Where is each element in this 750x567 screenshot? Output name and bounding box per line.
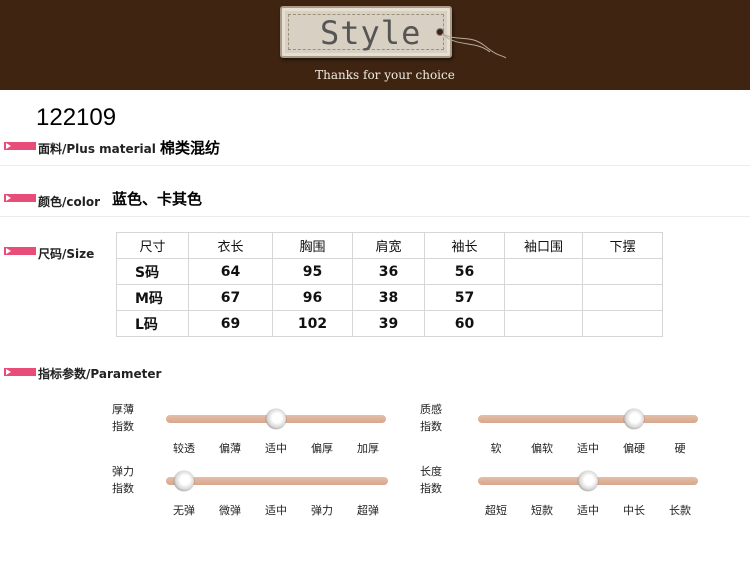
- table-cell: M码: [116, 284, 189, 311]
- material-label: 面料/Plus material: [38, 142, 156, 156]
- table-cell: 102: [272, 310, 353, 337]
- param-title-line: 弹力: [112, 465, 134, 478]
- table-cell: 57: [424, 284, 505, 311]
- slider-option: 超弹: [357, 504, 379, 517]
- slider-knob[interactable]: [266, 409, 286, 429]
- slider-option: 硬: [674, 442, 686, 455]
- table-cell: 56: [424, 258, 505, 285]
- table-header-row: 尺寸 衣长 胸围 肩宽 袖长 袖口围 下摆: [116, 232, 663, 259]
- table-cell: 95: [272, 258, 353, 285]
- table-header-cell: 袖长: [424, 232, 505, 259]
- slider-option: 微弹: [219, 504, 241, 517]
- table-header-cell: 衣长: [188, 232, 273, 259]
- length-slider[interactable]: [478, 471, 698, 491]
- slider-option: 偏软: [531, 442, 553, 455]
- table-cell: L码: [116, 310, 189, 337]
- elasticity-title: 弹力 指数: [112, 463, 134, 497]
- slider-option: 中长: [623, 504, 645, 517]
- slider-option: 偏薄: [219, 442, 241, 455]
- table-cell: 39: [352, 310, 425, 337]
- table-cell: S码: [116, 258, 189, 285]
- tagline: Thanks for your choice: [315, 68, 455, 82]
- elasticity-slider[interactable]: [166, 471, 388, 491]
- table-header-cell: 袖口围: [504, 232, 583, 259]
- table-cell: 67: [188, 284, 273, 311]
- slider-option: 长款: [669, 504, 691, 517]
- param-title-line: 长度: [420, 465, 442, 478]
- slider-knob[interactable]: [578, 471, 598, 491]
- material-value: 棉类混纺: [160, 139, 221, 157]
- slider-knob[interactable]: [174, 471, 194, 491]
- parameter-label: 指标参数/Parameter: [38, 367, 162, 381]
- table-header-cell: 尺寸: [116, 232, 189, 259]
- size-label: 尺码/Size: [38, 247, 95, 261]
- color-label: 颜色/color: [38, 195, 101, 209]
- table-cell: 38: [352, 284, 425, 311]
- section-marker-icon: [4, 194, 36, 202]
- table-header-cell: 胸围: [272, 232, 353, 259]
- param-title-line: 质感: [420, 403, 442, 416]
- slider-option: 偏硬: [623, 442, 645, 455]
- table-cell: [582, 284, 663, 311]
- slider-option: 适中: [265, 504, 287, 517]
- table-row: M码 67 96 38 57: [116, 284, 663, 311]
- style-tag-logo: Style: [280, 6, 452, 58]
- divider: [0, 165, 750, 166]
- slider-option: 超短: [485, 504, 507, 517]
- slider-knob[interactable]: [624, 409, 644, 429]
- texture-title: 质感 指数: [420, 401, 442, 435]
- table-cell: 60: [424, 310, 505, 337]
- table-cell: [582, 258, 663, 285]
- param-title-line: 指数: [420, 420, 442, 433]
- slider-option: 较透: [173, 442, 195, 455]
- param-title-line: 厚薄: [112, 403, 134, 416]
- product-code: 122109: [36, 104, 117, 131]
- table-row: S码 64 95 36 56: [116, 258, 663, 285]
- table-row: L码 69 102 39 60: [116, 310, 663, 337]
- table-cell: 69: [188, 310, 273, 337]
- param-title-line: 指数: [112, 420, 134, 433]
- thickness-slider[interactable]: [166, 409, 386, 429]
- slider-option: 无弹: [173, 504, 195, 517]
- slider-option: 短款: [531, 504, 553, 517]
- table-cell: [504, 284, 583, 311]
- thickness-title: 厚薄 指数: [112, 401, 134, 435]
- section-marker-icon: [4, 368, 36, 376]
- param-title-line: 指数: [112, 482, 134, 495]
- slider-option: 加厚: [357, 442, 379, 455]
- slider-option: 弹力: [311, 504, 333, 517]
- style-tag-text: Style: [320, 14, 422, 52]
- table-header-cell: 下摆: [582, 232, 663, 259]
- table-cell: 96: [272, 284, 353, 311]
- slider-option: 偏厚: [311, 442, 333, 455]
- length-title: 长度 指数: [420, 463, 442, 497]
- slider-option: 适中: [265, 442, 287, 455]
- texture-slider[interactable]: [478, 409, 698, 429]
- slider-option: 适中: [577, 504, 599, 517]
- table-cell: [504, 310, 583, 337]
- slider-option: 适中: [577, 442, 599, 455]
- color-value: 蓝色、卡其色: [112, 190, 203, 208]
- table-cell: [504, 258, 583, 285]
- param-title-line: 指数: [420, 482, 442, 495]
- table-cell: 64: [188, 258, 273, 285]
- tag-string-icon: [441, 33, 507, 59]
- size-table: 尺寸 衣长 胸围 肩宽 袖长 袖口围 下摆 S码 64 95 36 56 M码 …: [116, 232, 663, 337]
- table-cell: 36: [352, 258, 425, 285]
- section-marker-icon: [4, 247, 36, 255]
- divider: [0, 216, 750, 217]
- table-header-cell: 肩宽: [352, 232, 425, 259]
- header-banner: Style Thanks for your choice: [0, 0, 750, 90]
- table-cell: [582, 310, 663, 337]
- section-marker-icon: [4, 142, 36, 150]
- slider-option: 软: [490, 442, 502, 455]
